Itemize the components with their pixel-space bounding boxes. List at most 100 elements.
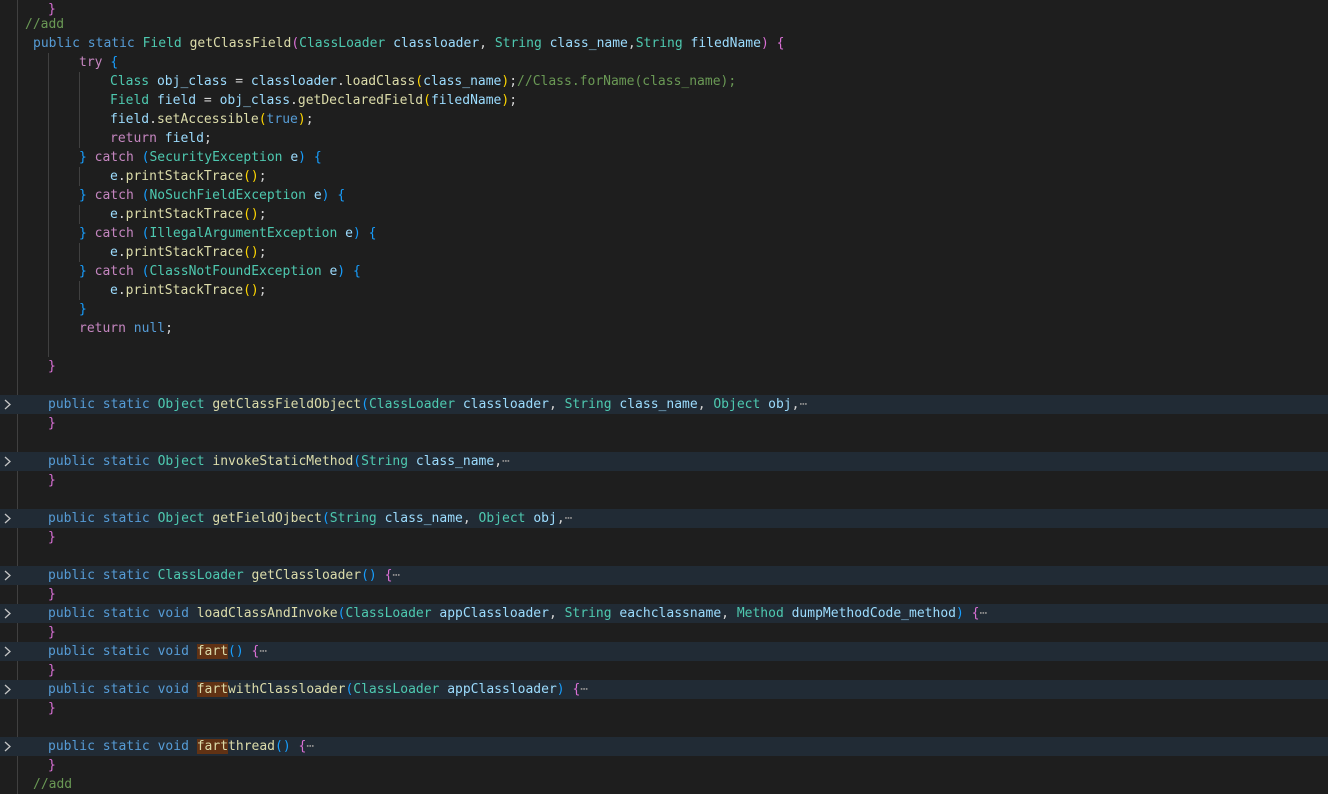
folded-ellipsis-icon[interactable]: ⋯ (259, 644, 267, 659)
folded-code-line[interactable]: public static ClassLoader getClassloader… (0, 566, 1328, 585)
code-line[interactable]: } catch (IllegalArgumentException e) { (0, 224, 1328, 243)
code-line[interactable]: e.printStackTrace(); (0, 167, 1328, 186)
code-token: eachclassname (619, 606, 722, 621)
folded-code-line[interactable]: public static void fartthread() {⋯ (0, 737, 1328, 756)
code-token: , (548, 397, 565, 412)
code-token: printStackTrace (125, 169, 244, 184)
code-text: } (48, 357, 56, 376)
code-token: withClassloader (228, 682, 346, 697)
code-token: public (48, 739, 95, 754)
chevron-right-icon[interactable] (0, 737, 16, 756)
code-line[interactable]: e.printStackTrace(); (0, 281, 1328, 300)
code-line[interactable]: return field; (0, 129, 1328, 148)
code-token: field (156, 93, 197, 108)
chevron-right-icon[interactable] (0, 604, 16, 623)
folded-ellipsis-icon[interactable]: ⋯ (392, 568, 400, 583)
code-line[interactable]: } (0, 756, 1328, 775)
code-line[interactable]: } (0, 471, 1328, 490)
code-line[interactable]: } catch (ClassNotFoundException e) { (0, 262, 1328, 281)
code-token: String (564, 606, 612, 621)
chevron-right-icon[interactable] (0, 680, 16, 699)
code-line[interactable]: } (0, 414, 1328, 433)
code-line[interactable]: Field field = obj_class.getDeclaredField… (0, 91, 1328, 110)
code-token: ; (305, 112, 314, 127)
code-token: ( (258, 112, 267, 127)
code-token: ; (165, 321, 173, 336)
code-token: ) (250, 245, 259, 260)
code-token: . (117, 169, 126, 184)
folded-code-line[interactable]: public static Object getClassFieldObject… (0, 395, 1328, 414)
code-editor[interactable]: }//add public static Field getClassField(… (0, 0, 1328, 794)
code-token: e (110, 283, 118, 298)
code-line[interactable]: } (0, 585, 1328, 604)
folded-code-line[interactable]: public static void fartwithClassloader(C… (0, 680, 1328, 699)
code-token: e (345, 226, 353, 241)
code-line[interactable]: e.printStackTrace(); (0, 205, 1328, 224)
code-token: ; (258, 169, 267, 184)
code-token: , (697, 397, 714, 412)
code-line[interactable]: } (0, 357, 1328, 376)
folded-ellipsis-icon[interactable]: ⋯ (979, 606, 987, 621)
code-token: } (79, 226, 87, 241)
chevron-right-icon[interactable] (0, 642, 16, 661)
code-text: public static Object invokeStaticMethod(… (48, 452, 510, 471)
code-line[interactable]: try { (0, 53, 1328, 72)
code-token: , (479, 36, 495, 51)
code-line[interactable]: } (0, 661, 1328, 680)
code-token: Object (157, 397, 205, 412)
code-token: thread (228, 739, 276, 754)
code-line[interactable]: } (0, 528, 1328, 547)
code-token: ) (368, 568, 377, 583)
chevron-right-icon[interactable] (0, 509, 16, 528)
code-token: , (721, 606, 737, 621)
folded-code-line[interactable]: public static void fart() {⋯ (0, 642, 1328, 661)
chevron-right-icon[interactable] (0, 395, 16, 414)
code-token: //add (33, 777, 73, 792)
code-line[interactable]: e.printStackTrace(); (0, 243, 1328, 262)
code-token: ( (361, 568, 369, 583)
folded-ellipsis-icon[interactable]: ⋯ (799, 397, 807, 412)
code-token: Class (110, 74, 150, 89)
code-line[interactable]: field.setAccessible(true); (0, 110, 1328, 129)
folded-code-line[interactable]: public static Object getFieldOjbect(Stri… (0, 509, 1328, 528)
folded-code-line[interactable]: public static Object invokeStaticMethod(… (0, 452, 1328, 471)
chevron-right-icon[interactable] (0, 566, 16, 585)
folded-ellipsis-icon[interactable]: ⋯ (565, 511, 573, 526)
code-line[interactable]: } (0, 699, 1328, 718)
folded-code-line[interactable]: public static void loadClassAndInvoke(Cl… (0, 604, 1328, 623)
code-line[interactable]: } (0, 300, 1328, 319)
code-token: ( (275, 739, 283, 754)
code-token: SecurityException (149, 150, 283, 165)
code-line[interactable]: //add (0, 15, 1328, 34)
folded-ellipsis-icon[interactable]: ⋯ (306, 739, 314, 754)
code-line[interactable]: //add (0, 775, 1328, 794)
code-line[interactable]: } catch (SecurityException e) { (0, 148, 1328, 167)
code-token: ( (291, 36, 300, 51)
code-line[interactable]: return null; (0, 319, 1328, 338)
code-token: { (352, 264, 361, 279)
code-text: public static Object getFieldOjbect(Stri… (48, 509, 572, 528)
code-token: ( (228, 644, 236, 659)
code-line[interactable]: Class obj_class = classloader.loadClass(… (0, 72, 1328, 91)
folded-ellipsis-icon[interactable]: ⋯ (580, 682, 588, 697)
folded-ellipsis-icon[interactable]: ⋯ (502, 454, 510, 469)
code-line[interactable]: public static Field getClassField(ClassL… (0, 34, 1328, 53)
code-token: return (79, 321, 126, 336)
code-token: ) (250, 207, 259, 222)
code-text: } (48, 528, 56, 547)
chevron-right-icon[interactable] (0, 452, 16, 471)
code-token: void (157, 739, 189, 754)
code-line[interactable]: } (0, 623, 1328, 642)
code-token: } (48, 701, 56, 716)
code-token: . (117, 207, 126, 222)
code-token: ClassLoader (345, 606, 432, 621)
code-token: ( (243, 245, 251, 260)
code-line[interactable]: } catch (NoSuchFieldException e) { (0, 186, 1328, 205)
